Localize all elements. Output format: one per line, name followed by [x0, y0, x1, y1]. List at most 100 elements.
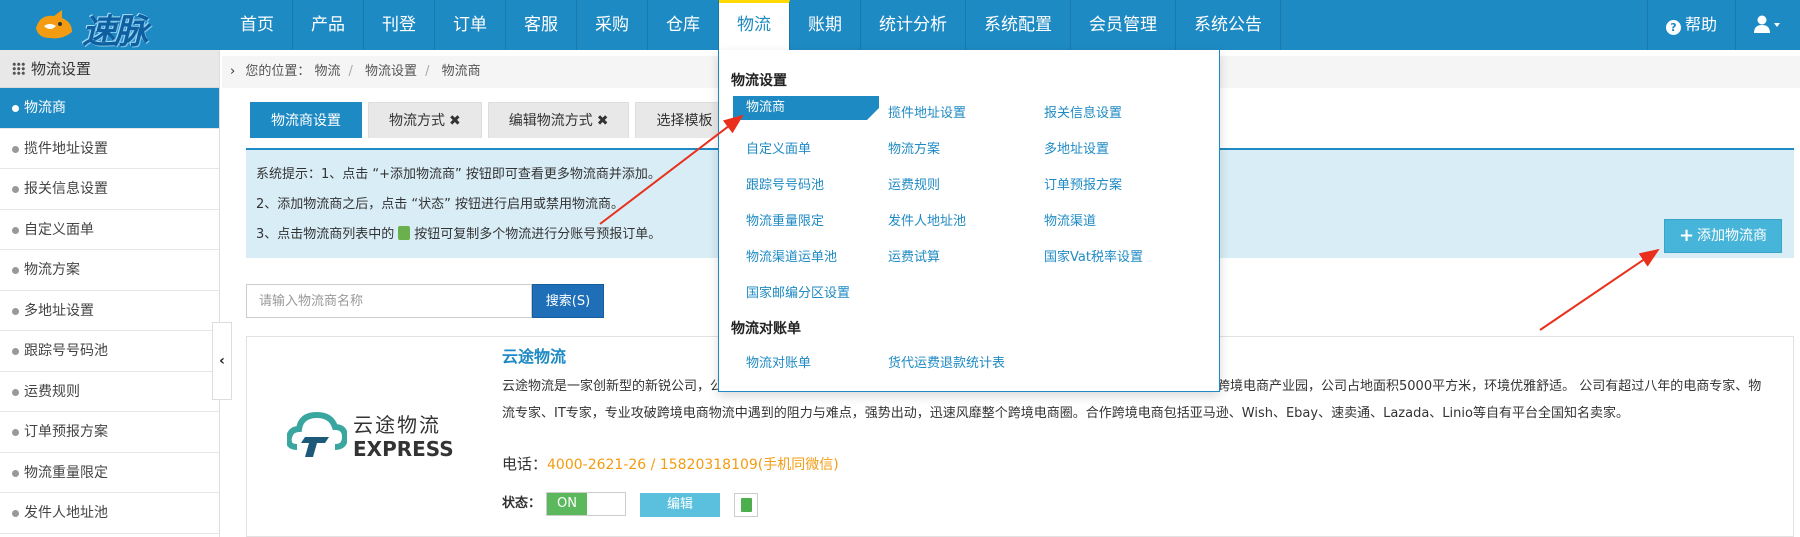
- notice-text: 3、点击物流商列表中的: [256, 227, 395, 242]
- carrier-name[interactable]: 云途物流: [502, 343, 566, 367]
- sidebar-item-pickup-address[interactable]: 揽件地址设置: [0, 129, 219, 169]
- cloud-logo-icon: [287, 411, 347, 457]
- top-navbar: 速脉 首页 产品 刊登 订单 客服 采购 仓库 物流 账期 统计分析 系统配置 …: [0, 0, 1800, 52]
- close-icon[interactable]: ✖: [597, 113, 609, 129]
- dropdown-section-title: 物流对账单: [731, 321, 801, 337]
- fox-logo-icon: [36, 10, 72, 39]
- breadcrumb-prefix: 您的位置：: [245, 64, 311, 79]
- dropdown-link-multi-address[interactable]: 多地址设置: [1044, 138, 1109, 157]
- dropdown-link-weight-limit[interactable]: 物流重量限定: [746, 210, 824, 229]
- nav-purchasing[interactable]: 采购: [577, 0, 648, 50]
- sidebar-title: 物流设置: [31, 60, 92, 78]
- nav-products[interactable]: 产品: [293, 0, 364, 50]
- phone-number: 4000-2621-26 / 15820318109(手机同微信): [547, 457, 839, 473]
- dropdown-link-sender-address[interactable]: 发件人地址池: [888, 210, 966, 229]
- nav-warehouse[interactable]: 仓库: [648, 0, 719, 50]
- chevron-right-icon: ›: [230, 64, 236, 79]
- sidebar-item-carrier[interactable]: 物流商: [0, 88, 219, 129]
- tab-bar: 物流商设置 物流方式 ✖ 编辑物流方式 ✖ 选择模板: [250, 102, 739, 138]
- brand-name: 速脉: [82, 12, 148, 52]
- dropdown-link-vat-rate[interactable]: 国家Vat税率设置: [1044, 246, 1143, 265]
- search-button[interactable]: 搜索(S): [532, 284, 604, 318]
- user-icon: [1754, 15, 1780, 33]
- copy-icon: [398, 226, 411, 240]
- breadcrumb-item[interactable]: 物流设置: [365, 64, 417, 79]
- dropdown-link-freight-rules[interactable]: 运费规则: [888, 174, 940, 193]
- question-icon: ?: [1665, 20, 1681, 35]
- dropdown-link-customs-info[interactable]: 报关信息设置: [1044, 102, 1122, 121]
- dropdown-link-custom-label[interactable]: 自定义面单: [746, 138, 811, 157]
- copy-icon: [741, 498, 752, 512]
- dropdown-link-freight-calculator[interactable]: 运费试算: [888, 246, 940, 265]
- dropdown-link-logistics-plan[interactable]: 物流方案: [888, 138, 940, 157]
- carrier-logo-en: EXPRESS: [353, 437, 454, 461]
- status-label: 状态：: [502, 496, 542, 511]
- tab-label: 物流方式: [389, 113, 445, 129]
- sidebar-item-customs-info[interactable]: 报关信息设置: [0, 169, 219, 210]
- notice-text: 按钮可复制多个物流进行分账号预报订单。: [414, 227, 662, 242]
- top-right-menu: ? 帮助: [1646, 0, 1800, 50]
- sidebar-item-order-forecast[interactable]: 订单预报方案: [0, 412, 219, 453]
- app-logo[interactable]: 速脉: [0, 0, 222, 52]
- dropdown-link-pickup-address[interactable]: 揽件地址设置: [888, 102, 966, 121]
- carrier-logo-cn: 云途物流: [353, 413, 441, 437]
- logistics-dropdown-menu: 物流设置 物流商 揽件地址设置 报关信息设置 自定义面单 物流方案 多地址设置 …: [718, 50, 1220, 392]
- sidebar-item-custom-label[interactable]: 自定义面单: [0, 210, 219, 250]
- dropdown-link-postcode-zones[interactable]: 国家邮编分区设置: [746, 282, 850, 301]
- tab-carrier-settings[interactable]: 物流商设置: [250, 102, 362, 138]
- nav-system-config[interactable]: 系统配置: [966, 0, 1071, 50]
- add-carrier-button[interactable]: + 添加物流商: [1664, 219, 1782, 253]
- breadcrumb-item: 物流商: [441, 64, 481, 79]
- carrier-logo: 云途物流 EXPRESS: [287, 403, 457, 463]
- dropdown-link-statement[interactable]: 物流对账单: [746, 352, 811, 371]
- sidebar-header: 物流设置: [0, 50, 219, 88]
- sidebar-item-freight-rules[interactable]: 运费规则: [0, 372, 219, 412]
- carrier-phone: 电话：4000-2621-26 / 15820318109(手机同微信): [502, 453, 839, 474]
- nav-billing[interactable]: 账期: [790, 0, 861, 50]
- tab-logistics-method[interactable]: 物流方式 ✖: [368, 102, 482, 138]
- plus-icon: +: [1678, 225, 1695, 246]
- nav-customer-service[interactable]: 客服: [506, 0, 577, 50]
- main-nav: 首页 产品 刊登 订单 客服 采购 仓库 物流 账期 统计分析 系统配置 会员管…: [222, 0, 1281, 50]
- sidebar-item-tracking-pool[interactable]: 跟踪号号码池: [0, 331, 219, 372]
- sidebar-item-multi-address[interactable]: 多地址设置: [0, 291, 219, 331]
- nav-logistics[interactable]: 物流: [719, 0, 790, 50]
- toggle-on-label: ON: [547, 493, 587, 515]
- help-button[interactable]: ? 帮助: [1646, 0, 1735, 50]
- sidebar: 物流设置 物流商 揽件地址设置 报关信息设置 自定义面单 物流方案 多地址设置 …: [0, 50, 220, 537]
- close-icon[interactable]: ✖: [449, 113, 461, 129]
- nav-orders[interactable]: 订单: [435, 0, 506, 50]
- nav-listing[interactable]: 刊登: [364, 0, 435, 50]
- user-menu-button[interactable]: [1735, 0, 1800, 50]
- status-toggle[interactable]: ON: [546, 492, 626, 516]
- arrow-to-add-button: [1539, 248, 1660, 331]
- chevron-left-icon: ‹: [219, 353, 225, 369]
- dropdown-section-title: 物流设置: [731, 73, 787, 89]
- tab-label: 编辑物流方式: [508, 113, 593, 129]
- tab-label: 选择模板: [656, 113, 713, 129]
- grid-icon: [12, 62, 25, 75]
- nav-member-management[interactable]: 会员管理: [1071, 0, 1176, 50]
- sidebar-item-weight-limit[interactable]: 物流重量限定: [0, 453, 219, 493]
- dropdown-link-logistics-channel[interactable]: 物流渠道: [1044, 210, 1096, 229]
- dropdown-link-carrier[interactable]: 物流商: [733, 96, 879, 120]
- nav-announcements[interactable]: 系统公告: [1176, 0, 1281, 50]
- tab-edit-logistics-method[interactable]: 编辑物流方式 ✖: [487, 102, 630, 138]
- dropdown-link-refund-stats[interactable]: 货代运费退款统计表: [888, 352, 1005, 371]
- dropdown-link-order-forecast[interactable]: 订单预报方案: [1044, 174, 1122, 193]
- dropdown-link-channel-waybill-pool[interactable]: 物流渠道运单池: [746, 246, 837, 265]
- carrier-search-input[interactable]: [246, 284, 532, 318]
- breadcrumb-item[interactable]: 物流: [315, 64, 341, 79]
- edit-button[interactable]: 编辑: [640, 493, 720, 517]
- sidebar-collapse-button[interactable]: ‹: [212, 322, 232, 400]
- help-label: 帮助: [1684, 15, 1717, 34]
- nav-statistics[interactable]: 统计分析: [861, 0, 966, 50]
- add-carrier-label: 添加物流商: [1697, 228, 1768, 244]
- sidebar-item-sender-address[interactable]: 发件人地址池: [0, 493, 219, 534]
- tab-label: 物流商设置: [271, 113, 341, 129]
- copy-carrier-button[interactable]: [734, 493, 758, 517]
- phone-label: 电话：: [502, 455, 548, 473]
- nav-home[interactable]: 首页: [222, 0, 293, 50]
- dropdown-link-tracking-pool[interactable]: 跟踪号号码池: [746, 174, 824, 193]
- sidebar-item-logistics-plan[interactable]: 物流方案: [0, 250, 219, 291]
